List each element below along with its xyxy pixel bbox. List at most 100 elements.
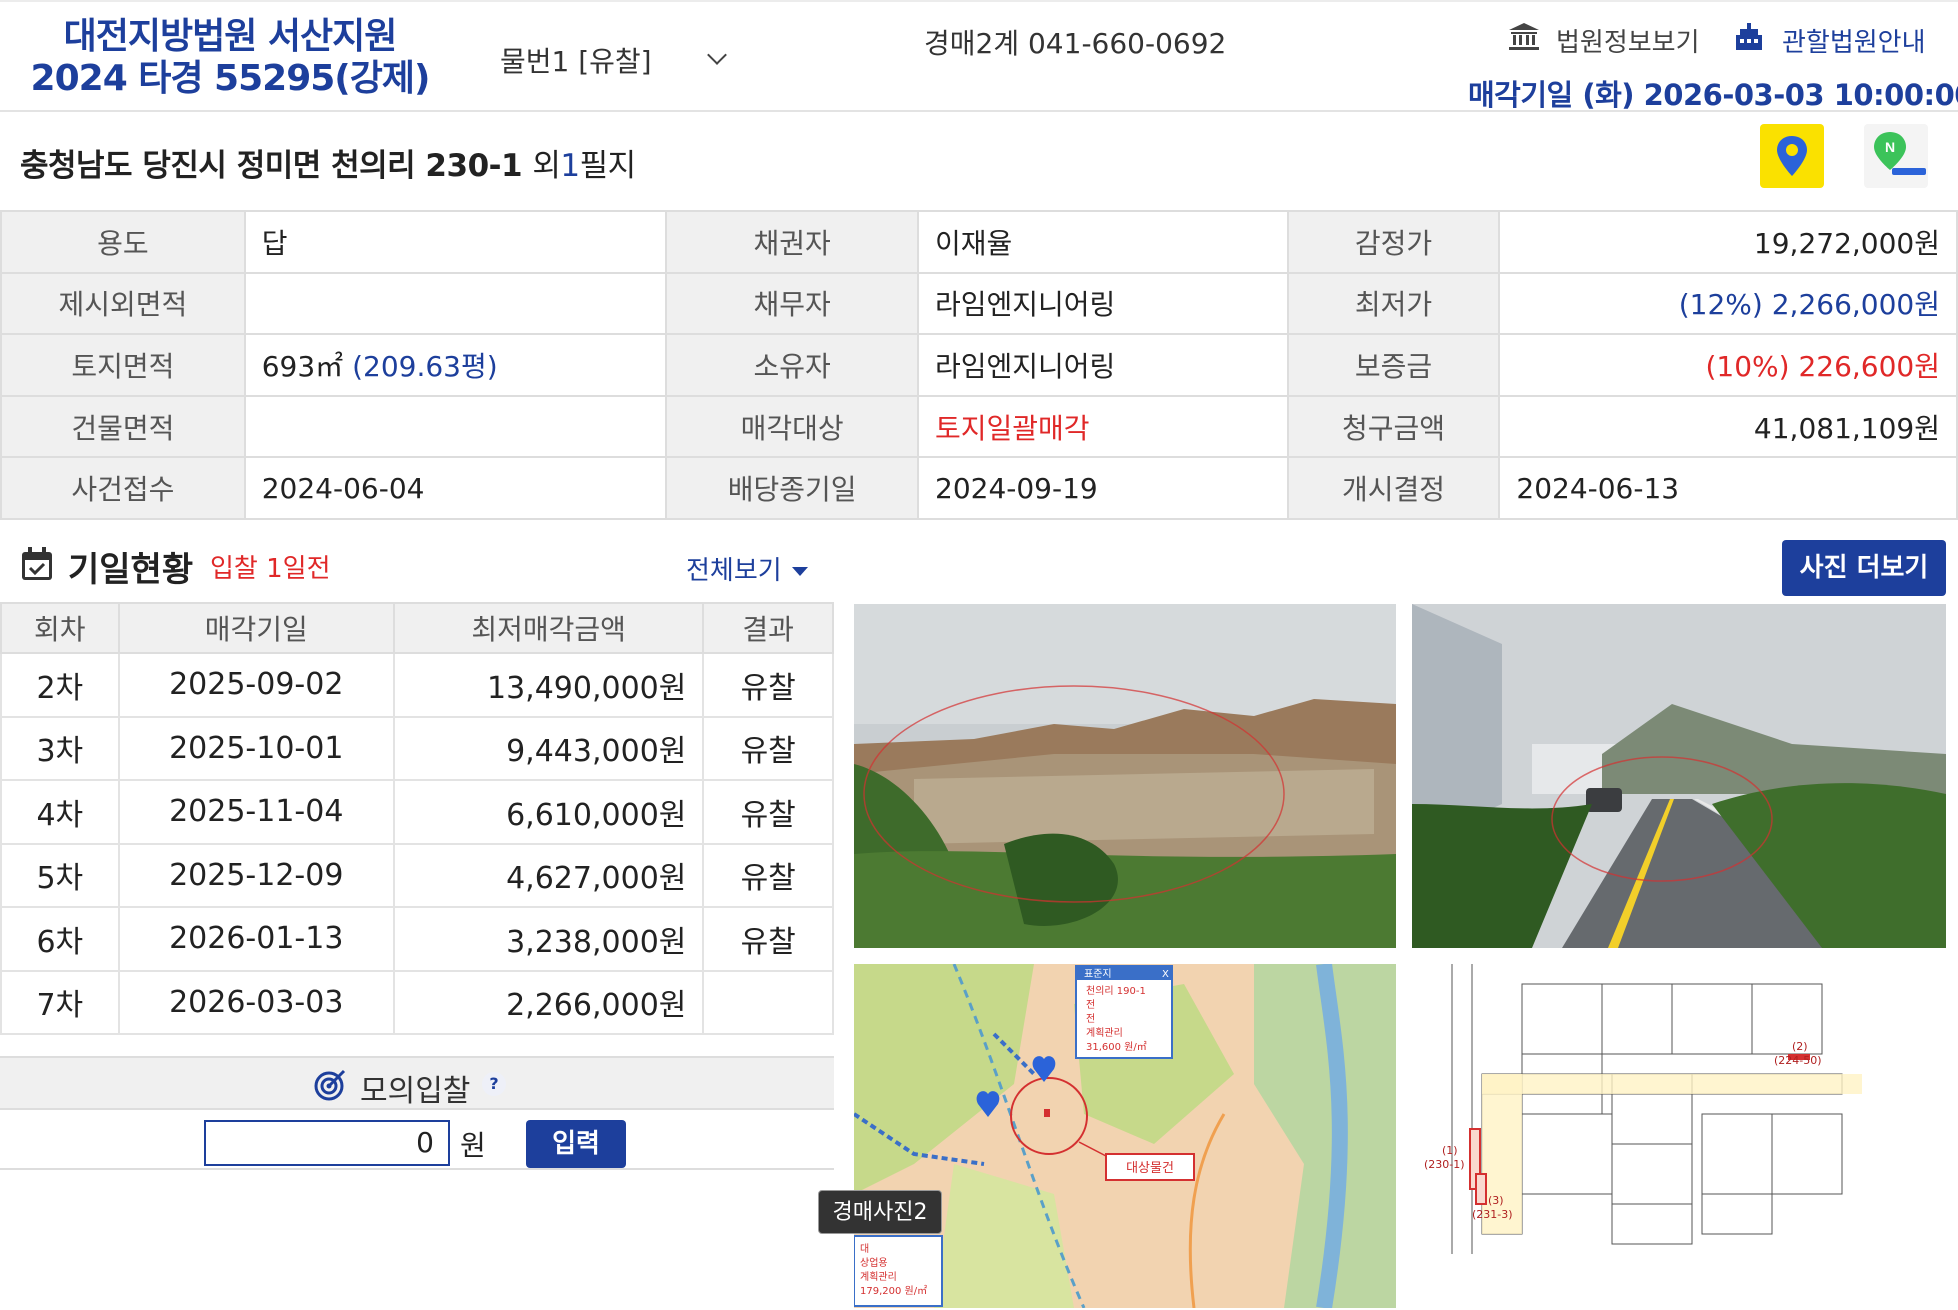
court-info-label: 법원정보보기 [1556,28,1700,58]
case-header: 대전지방법원 서산지원 2024 타경 55295(강제) 물번1 [유찰] 경… [0,0,1958,112]
amount-cell: 6,610,000원 [392,779,705,845]
currency-unit: 원 [460,1129,486,1162]
usage-value: 답 [243,210,668,274]
ref-close: X [1162,969,1169,980]
table-row: 2차 2025-09-02 13,490,000원 유찰 [0,652,834,718]
jurisdiction-label: 관할법원안내 [1782,28,1926,58]
date-cell: 2025-11-04 [117,779,395,845]
mock-bid-panel: 모의입찰 ? 0 원 입력 [0,1056,834,1170]
bid-amount-input[interactable]: 0 [204,1120,450,1166]
round-cell: 7차 [0,969,120,1035]
view-all-button[interactable]: 전체보기 [686,550,808,587]
usage-label: 용도 [0,210,246,274]
column-header: 최저매각금액 [392,602,705,654]
amount-cell: 3,238,000원 [392,906,705,972]
round-cell: 6차 [0,906,120,972]
parcel-label: (230-1) [1424,1158,1465,1171]
address-extra-prefix: 외 [532,148,561,184]
case-date-value: 2024-06-04 [243,456,668,520]
sale-target-value: 토지일괄매각 [917,394,1289,459]
date-cell: 2026-01-13 [117,906,395,972]
info-row: 용도 답 채권자 이재율 감정가 19,272,000원 [0,210,1958,274]
department-contact: 경매2계 041-660-0692 [924,27,1227,60]
rounds-header-row: 회차 매각기일 최저매각금액 결과 [0,602,834,654]
parcel-label: (231-3) [1472,1208,1513,1221]
info-row: 토지면적 693㎡ (209.63평) 소유자 라임엔지니어링 보증금 (10%… [0,333,1958,397]
ref-line: 계획관리 [1086,1027,1123,1039]
more-photos-button[interactable]: 사진 더보기 [1782,540,1946,596]
round-cell: 2차 [0,652,120,718]
min-price-label: 최저가 [1286,271,1501,336]
land-area-pyeong: (209.63평) [352,349,498,383]
zoning-map: 표준지 X 천의리 190-1 전 전 계획관리 31,600 원/㎡ 대 상업… [854,964,1396,1308]
land-area-label: 토지면적 [0,333,246,397]
date-cell: 2025-09-02 [117,652,395,718]
parcel-label: (2) [1792,1040,1808,1053]
info-row: 건물면적 매각대상 토지일괄매각 청구금액 41,081,109원 [0,394,1958,459]
svg-text:N: N [1885,139,1895,155]
deposit-value: (10%) 226,600원 [1498,333,1958,397]
auction-photo-2[interactable] [1412,604,1946,948]
ref-line: 천의리 190-1 [1086,985,1146,997]
table-row: 4차 2025-11-04 6,610,000원 유찰 [0,779,834,845]
court-building-icon [1509,23,1539,50]
deposit-label: 보증금 [1286,333,1501,397]
schedule-title: 기일현황 [68,550,194,590]
start-decision-label: 개시결정 [1286,456,1501,520]
schedule-countdown: 입찰 1일전 [210,554,331,584]
auction-photo-map[interactable]: 표준지 X 천의리 190-1 전 전 계획관리 31,600 원/㎡ 대 상업… [854,964,1396,1308]
claim-label: 청구금액 [1286,394,1501,459]
result-cell: 유찰 [702,715,834,781]
auction-photo-cadastral[interactable]: (1) (230-1) (2) (224-50) (3) (231-3) [1412,964,1946,1308]
land-area-sqm: 693㎡ [261,349,344,383]
owner-value: 라임엔지니어링 [917,333,1289,397]
ref-line: 31,600 원/㎡ [1086,1041,1147,1053]
naver-map-icon: N [1874,132,1926,175]
min-price-amount: 2,266,000원 [1771,288,1940,322]
case-number: 2024 타경 55295(강제) [30,58,431,99]
kakao-map-button[interactable] [1760,124,1824,188]
round-cell: 3차 [0,715,120,781]
map-pin-icon [1777,136,1807,176]
property-address: 충청남도 당진시 정미면 천의리 230-1 외1필지 [20,140,636,185]
case-date-label: 사건접수 [0,456,246,520]
creditor-label: 채권자 [665,210,919,274]
help-icon[interactable]: ? [482,1072,506,1096]
court-name: 대전지방법원 서산지원 [63,16,398,57]
ref-title: 표준지 [1084,968,1112,980]
date-cell: 2026-03-03 [117,969,395,1035]
table-row: 5차 2025-12-09 4,627,000원 유찰 [0,842,834,908]
ref2-line: 계획관리 [860,1271,897,1283]
item-select[interactable]: 물번1 [유찰] [500,40,727,80]
min-price-value: (12%) 2,266,000원 [1498,271,1958,336]
dividend-deadline-label: 배당종기일 [665,456,919,520]
excluded-area-label: 제시외면적 [0,271,246,336]
appraisal-value: 19,272,000원 [1498,210,1958,274]
address-extra-count: 1 [560,148,580,184]
column-header: 매각기일 [117,602,395,654]
auction-photo-1[interactable] [854,604,1396,948]
item-select-value: 물번1 [유찰] [500,45,652,78]
cadastral-map: (1) (230-1) (2) (224-50) (3) (231-3) [1412,964,1946,1308]
amount-cell: 13,490,000원 [392,652,705,718]
address-extra: 외1필지 [532,148,637,184]
table-row: 6차 2026-01-13 3,238,000원 유찰 [0,906,834,972]
address-extra-suffix: 필지 [579,148,637,184]
result-cell: 유찰 [702,842,834,908]
naver-map-button[interactable]: N [1864,124,1928,188]
amount-cell: 9,443,000원 [392,715,705,781]
column-header: 회차 [0,602,120,654]
amount-cell: 2,266,000원 [392,969,705,1035]
building-area-value [243,394,668,459]
amount-cell: 4,627,000원 [392,842,705,908]
caret-down-icon [791,567,808,576]
photo-tooltip: 경매사진2 [818,1190,942,1234]
sale-date: 매각기일 (화) 2026-03-03 10:00:00 ~ [1468,78,1958,112]
bid-submit-button[interactable]: 입력 [526,1120,626,1168]
debtor-label: 채무자 [665,271,919,336]
excluded-area-value [243,271,668,336]
appraisal-label: 감정가 [1286,210,1501,274]
chevron-down-icon [707,45,727,65]
claim-value: 41,081,109원 [1498,394,1958,459]
table-row: 7차 2026-03-03 2,266,000원 [0,969,834,1035]
